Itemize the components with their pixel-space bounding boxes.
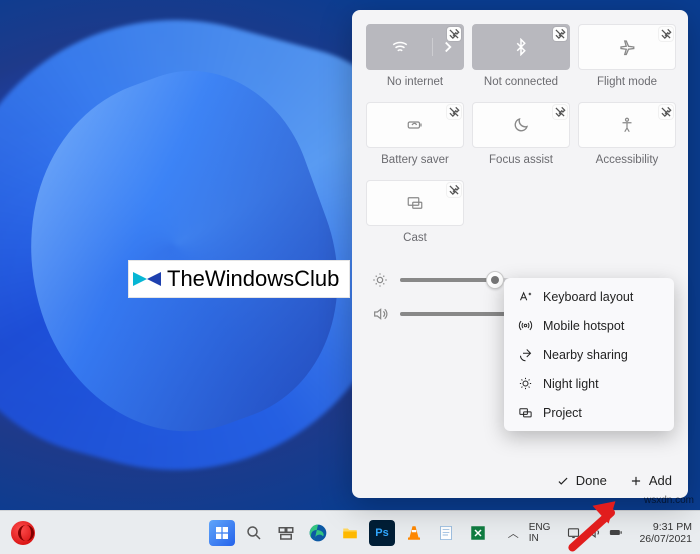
menu-keyboard-layout[interactable]: Keyboard layout [504, 282, 674, 311]
quick-tiles-grid: No internet Not connected Flight mode [366, 24, 674, 250]
wifi-tile[interactable] [366, 24, 464, 70]
speaker-icon [370, 306, 390, 322]
done-button[interactable]: Done [556, 473, 607, 488]
flight-mode-tile[interactable] [578, 24, 676, 70]
hotspot-icon [518, 318, 533, 333]
explorer-icon[interactable] [337, 520, 363, 546]
menu-label: Nearby sharing [543, 348, 628, 362]
task-view-icon[interactable] [273, 520, 299, 546]
menu-mobile-hotspot[interactable]: Mobile hotspot [504, 311, 674, 340]
unpin-icon[interactable] [447, 27, 461, 41]
battery-tray-icon [608, 525, 623, 540]
unpin-icon[interactable] [553, 27, 567, 41]
annotation-arrow [554, 506, 614, 514]
photoshop-icon[interactable]: Ps [369, 520, 395, 546]
cast-label: Cast [403, 232, 427, 244]
search-icon[interactable] [241, 520, 267, 546]
check-icon [556, 474, 570, 488]
time-text: 9:31 PM [639, 521, 692, 533]
battery-label: Battery saver [381, 154, 449, 166]
done-label: Done [576, 473, 607, 488]
brightness-thumb[interactable] [486, 271, 504, 289]
lang-bottom: IN [529, 533, 551, 544]
battery-saver-tile[interactable] [366, 102, 464, 148]
unpin-icon[interactable] [553, 105, 567, 119]
bluetooth-label: Not connected [484, 76, 558, 88]
unpin-icon[interactable] [659, 105, 673, 119]
taskbar-center: Ps [209, 520, 491, 546]
add-context-menu: Keyboard layout Mobile hotspot Nearby sh… [504, 278, 674, 431]
add-label: Add [649, 473, 672, 488]
focus-label: Focus assist [489, 154, 553, 166]
notepad-icon[interactable] [433, 520, 459, 546]
plus-icon [629, 474, 643, 488]
bluetooth-tile[interactable] [472, 24, 570, 70]
keyboard-layout-icon [518, 289, 533, 304]
menu-label: Keyboard layout [543, 290, 633, 304]
unpin-icon[interactable] [447, 183, 461, 197]
airplane-icon [618, 38, 636, 56]
watermark-banner: TheWindowsClub [128, 260, 350, 298]
language-indicator[interactable]: ENG IN [529, 522, 551, 544]
menu-nearby-sharing[interactable]: Nearby sharing [504, 340, 674, 369]
night-light-icon [518, 376, 533, 391]
menu-project[interactable]: Project [504, 398, 674, 427]
edge-icon[interactable] [305, 520, 331, 546]
accessibility-label: Accessibility [596, 154, 659, 166]
nearby-share-icon [518, 347, 533, 362]
flight-label: Flight mode [597, 76, 657, 88]
wifi-icon [367, 38, 433, 56]
corner-credit: wsxdn.com [644, 495, 694, 506]
panel-footer: Done Add [556, 473, 672, 488]
vlc-icon[interactable] [401, 520, 427, 546]
sun-icon [370, 272, 390, 288]
clock[interactable]: 9:31 PM 26/07/2021 [639, 521, 692, 545]
unpin-icon[interactable] [659, 27, 673, 41]
cast-tile[interactable] [366, 180, 464, 226]
project-icon [518, 405, 533, 420]
accessibility-tile[interactable] [578, 102, 676, 148]
date-text: 26/07/2021 [639, 533, 692, 545]
moon-icon [512, 116, 530, 134]
opera-icon[interactable] [10, 520, 36, 546]
wifi-label: No internet [387, 76, 443, 88]
battery-leaf-icon [406, 116, 424, 134]
menu-label: Night light [543, 377, 599, 391]
lang-top: ENG [529, 522, 551, 533]
cast-icon [406, 194, 424, 212]
add-button[interactable]: Add [629, 473, 672, 488]
spreadsheet-icon[interactable] [465, 520, 491, 546]
unpin-icon[interactable] [447, 105, 461, 119]
tray-overflow-chevron-icon[interactable]: ︿ [508, 525, 519, 541]
windowsclub-logo-icon [133, 265, 161, 293]
watermark-text: TheWindowsClub [167, 266, 339, 292]
accessibility-icon [618, 116, 636, 134]
menu-label: Mobile hotspot [543, 319, 624, 333]
menu-label: Project [543, 406, 582, 420]
menu-night-light[interactable]: Night light [504, 369, 674, 398]
focus-assist-tile[interactable] [472, 102, 570, 148]
start-button[interactable] [209, 520, 235, 546]
bluetooth-icon [512, 38, 530, 56]
